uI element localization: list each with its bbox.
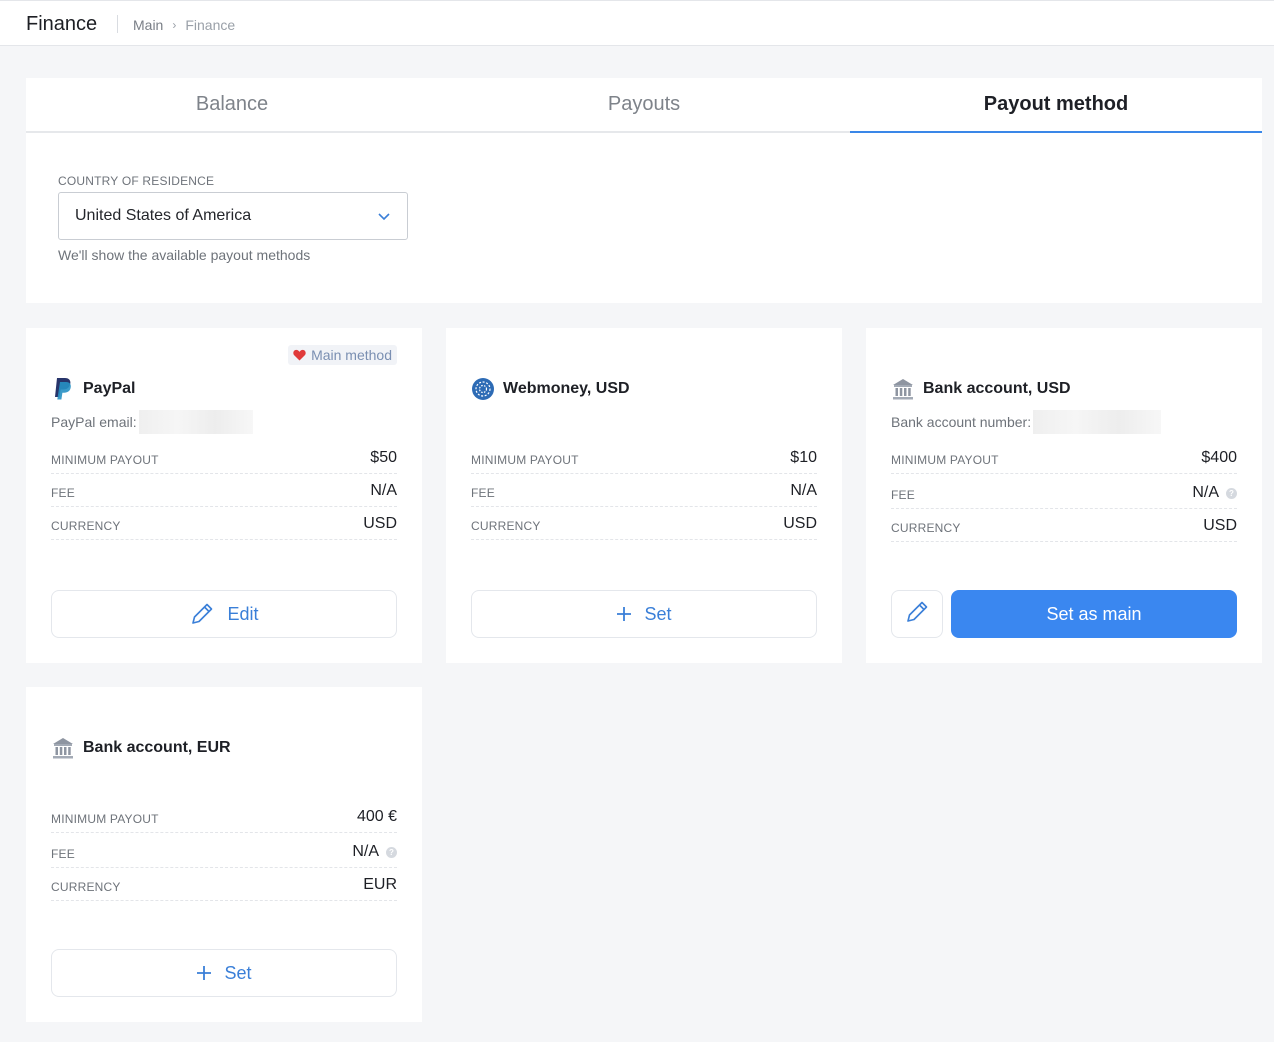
payout-settings-panel: Balance Payouts Payout method COUNTRY OF… (26, 78, 1262, 303)
method-name: Bank account, EUR (83, 739, 231, 756)
detail-value-with-help: N/A ? (1192, 484, 1237, 502)
detail-row: FEE N/A (471, 474, 817, 507)
country-label: COUNTRY OF RESIDENCE (58, 174, 215, 188)
plus-icon (196, 965, 212, 981)
detail-value: N/A (1192, 484, 1219, 501)
detail-row: MINIMUM PAYOUT 400 € (51, 800, 397, 833)
edit-button-label: Edit (227, 603, 259, 624)
set-button-label: Set (644, 603, 672, 624)
detail-key: CURRENCY (51, 880, 121, 894)
detail-row: FEE N/A ? (891, 474, 1237, 509)
country-helper-text: We'll show the available payout methods (58, 247, 311, 263)
country-select[interactable]: United States of America (58, 192, 408, 240)
card-header: PayPal (51, 376, 135, 402)
plus-icon (616, 606, 632, 622)
help-icon[interactable]: ? (1226, 487, 1237, 499)
detail-row: MINIMUM PAYOUT $10 (471, 441, 817, 474)
payout-method-card-bank-eur: Bank account, EUR MINIMUM PAYOUT 400 € F… (26, 687, 422, 1022)
help-icon[interactable]: ? (386, 846, 397, 858)
method-name: Bank account, USD (923, 380, 1071, 397)
card-header: Webmoney, USD (471, 376, 630, 402)
card-header: Bank account, EUR (51, 735, 231, 761)
detail-key: MINIMUM PAYOUT (51, 453, 159, 467)
method-name: PayPal (83, 380, 136, 397)
detail-key: FEE (51, 847, 75, 861)
tab-payouts[interactable]: Payouts (438, 78, 850, 131)
detail-row: MINIMUM PAYOUT $50 (51, 441, 397, 474)
detail-row: MINIMUM PAYOUT $400 (891, 441, 1237, 474)
detail-key: MINIMUM PAYOUT (471, 453, 579, 467)
detail-key: FEE (471, 486, 495, 500)
method-details: MINIMUM PAYOUT 400 € FEE N/A ? CURRENCY … (51, 800, 397, 901)
detail-row: CURRENCY USD (471, 507, 817, 540)
detail-key: MINIMUM PAYOUT (891, 453, 999, 467)
detail-row: FEE N/A (51, 474, 397, 507)
tab-bar: Balance Payouts Payout method (26, 78, 1262, 133)
top-bar: Finance Main › Finance (0, 0, 1274, 46)
detail-row: CURRENCY USD (891, 509, 1237, 542)
method-details: MINIMUM PAYOUT $400 FEE N/A ? CURRENCY U… (891, 441, 1237, 542)
detail-value: EUR (363, 876, 397, 893)
detail-row: FEE N/A ? (51, 833, 397, 868)
payout-method-card-webmoney: Webmoney, USD MINIMUM PAYOUT $10 FEE N/A… (446, 328, 842, 663)
detail-value: $400 (1201, 449, 1237, 466)
detail-row: CURRENCY EUR (51, 868, 397, 901)
method-details: MINIMUM PAYOUT $10 FEE N/A CURRENCY USD (471, 441, 817, 540)
account-detail: Bank account number: (891, 410, 1162, 434)
detail-key: CURRENCY (471, 519, 541, 533)
detail-key: MINIMUM PAYOUT (51, 812, 159, 826)
card-header: Bank account, USD (891, 376, 1071, 402)
set-button[interactable]: Set (51, 949, 397, 997)
breadcrumb: Main › Finance (133, 17, 235, 33)
main-method-badge: Main method (288, 345, 397, 365)
detail-value: N/A (790, 482, 817, 499)
breadcrumb-main[interactable]: Main (133, 17, 163, 33)
chevron-right-icon: › (172, 18, 177, 32)
breadcrumb-finance: Finance (185, 17, 236, 33)
payout-method-card-bank-usd: Bank account, USD Bank account number: M… (866, 328, 1262, 663)
page-title: Finance (26, 13, 98, 35)
detail-value: 400 € (356, 808, 397, 825)
detail-row: CURRENCY USD (51, 507, 397, 540)
country-select-value: United States of America (75, 207, 252, 224)
tab-payout-method[interactable]: Payout method (850, 78, 1262, 133)
detail-key: FEE (891, 488, 915, 502)
redacted-value (1033, 410, 1162, 434)
edit-button[interactable]: Edit (51, 590, 397, 638)
set-as-main-button[interactable]: Set as main (951, 590, 1237, 638)
paypal-icon (51, 377, 75, 401)
detail-key: CURRENCY (891, 521, 961, 535)
account-detail-label: PayPal email: (51, 414, 137, 430)
set-button[interactable]: Set (471, 590, 817, 638)
method-name: Webmoney, USD (503, 380, 630, 397)
pencil-icon (904, 599, 930, 630)
badge-label: Main method (311, 347, 392, 363)
title-divider (117, 15, 118, 33)
webmoney-icon (471, 377, 495, 401)
detail-key: FEE (51, 486, 75, 500)
tab-balance[interactable]: Balance (26, 78, 438, 131)
detail-value-with-help: N/A ? (352, 843, 397, 861)
method-details: MINIMUM PAYOUT $50 FEE N/A CURRENCY USD (51, 441, 397, 540)
redacted-value (138, 410, 253, 434)
account-detail-label: Bank account number: (891, 414, 1032, 430)
heart-icon (293, 349, 306, 361)
detail-value: $10 (790, 449, 817, 466)
detail-value: $50 (370, 449, 397, 466)
edit-button[interactable] (891, 590, 943, 638)
detail-value: N/A (370, 482, 397, 499)
detail-value: USD (1203, 517, 1237, 534)
pencil-icon (189, 601, 215, 627)
detail-value: USD (783, 515, 817, 532)
detail-value: N/A (352, 843, 379, 860)
bank-icon (891, 377, 915, 401)
set-button-label: Set (224, 962, 252, 983)
detail-value: USD (363, 515, 397, 532)
account-detail: PayPal email: (51, 410, 253, 434)
chevron-down-icon (378, 213, 390, 221)
bank-icon (51, 736, 75, 760)
detail-key: CURRENCY (51, 519, 121, 533)
payout-method-card-paypal: Main method PayPal PayPal email: MINIMUM… (26, 328, 422, 663)
